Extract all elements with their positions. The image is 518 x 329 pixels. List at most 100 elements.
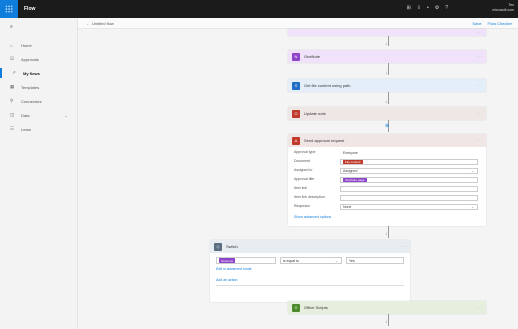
sidebar-item-label: Data — [21, 112, 30, 118]
approval-type-input[interactable]: Everyone — [340, 150, 478, 156]
field-label: Approval type — [294, 150, 316, 154]
grid-icon[interactable]: ⊞ — [407, 5, 411, 11]
approval-type-field: Approval type Everyone — [288, 150, 486, 157]
connector-line — [388, 92, 389, 104]
sidebar-item-templates[interactable]: ▦ Templates — [0, 82, 78, 92]
item-link-description-field: Item link description — [288, 195, 486, 202]
action-card[interactable]: · · · — [288, 29, 486, 36]
item-link-description-input[interactable] — [340, 195, 478, 201]
condition-left-operand[interactable]: Outcome — [216, 257, 276, 264]
arrow-down-icon: ↓ — [385, 231, 388, 237]
sidebar-item-home[interactable]: ⌂ Home — [0, 40, 78, 50]
requestor-select[interactable]: None ⌄ — [340, 204, 478, 210]
add-action-link[interactable]: Add an action — [216, 278, 237, 282]
add-step-icon[interactable]: ⊕ — [385, 124, 389, 129]
field-label: Assigned to — [294, 168, 313, 172]
sidebar-item-label: Home — [21, 42, 32, 48]
notifications-icon[interactable]: • — [427, 5, 429, 11]
action-card-office-scripts[interactable]: X Office Scripts · · · — [288, 301, 486, 314]
more-options-icon[interactable]: · · · — [476, 83, 482, 88]
sidebar-item-label: Connectors — [21, 98, 42, 104]
select-value: Assigned — [343, 169, 358, 173]
user-account[interactable]: Tes microsoft.com — [492, 3, 514, 13]
card-title: Switch — [226, 244, 238, 249]
app-launcher-icon[interactable] — [0, 0, 18, 18]
connector-line — [388, 36, 389, 46]
more-options-icon[interactable]: · · · — [476, 111, 482, 116]
field-label: Document — [294, 159, 310, 163]
sidebar-item-approvals[interactable]: ☑ Approvals — [0, 54, 78, 64]
connectors-icon: ⚲ — [10, 98, 14, 103]
select-value: None — [343, 205, 352, 209]
approval-title-input[interactable]: OneNote page — [340, 177, 478, 183]
chevron-down-icon: ⌄ — [64, 112, 68, 118]
sidebar-item-label: My flows — [23, 70, 40, 76]
settings-icon[interactable]: ⚙ — [435, 5, 439, 11]
sidebar-item-connectors[interactable]: ⚲ Connectors — [0, 96, 78, 106]
header-actions: Save Flow Checker — [472, 21, 512, 26]
dynamic-content-token[interactable]: Outcome — [219, 258, 236, 263]
sidebar-item-learn[interactable]: ☷ Learn — [0, 124, 78, 134]
hamburger-menu-icon[interactable]: ≡ — [10, 24, 13, 30]
input-value: Yes — [349, 258, 355, 263]
show-advanced-options-link[interactable]: Show advanced options — [294, 215, 331, 219]
chevron-down-icon: ⌄ — [471, 205, 474, 209]
action-card-update[interactable]: O Update note · · · — [288, 107, 486, 120]
edit-advanced-mode-link[interactable]: Edit in advanced mode — [216, 267, 252, 271]
more-options-icon[interactable]: · · · — [476, 30, 482, 35]
download-icon[interactable]: ⇩ — [417, 5, 421, 11]
card-title: Send approval request — [304, 138, 345, 143]
data-icon: ◫ — [10, 112, 15, 117]
card-title: Update note — [304, 111, 326, 116]
field-label: Item link description — [294, 195, 325, 199]
flow-name[interactable]: Untitled flow — [92, 21, 114, 26]
more-options-icon[interactable]: · · · — [476, 305, 482, 310]
more-options-icon[interactable]: · · · — [476, 54, 482, 59]
flow-header-bar: ← Untitled flow Save Flow Checker — [78, 18, 518, 29]
divider — [216, 285, 404, 286]
condition-icon: ◇ — [214, 242, 222, 251]
more-options-icon[interactable]: · · · — [476, 138, 482, 143]
action-card-send-approval[interactable]: A Send approval request · · · Approval t… — [288, 134, 486, 226]
condition-operator-select[interactable]: is equal to ⌄ — [280, 257, 342, 264]
save-button[interactable]: Save — [472, 21, 481, 26]
sidebar-item-label: Learn — [21, 126, 32, 132]
condition-card[interactable]: ◇ Switch · · · Outcome is equal to ⌄ Yes… — [210, 240, 410, 302]
arrow-down-icon: ↓ — [385, 41, 388, 47]
flow-checker-button[interactable]: Flow Checker — [488, 21, 512, 26]
approval-title-field: Approval title OneNote page — [288, 177, 486, 184]
templates-icon: ▦ — [10, 84, 15, 89]
action-card-get-file[interactable]: S Get file content using path · · · — [288, 79, 486, 92]
field-label: Requestor — [294, 204, 311, 208]
more-options-icon[interactable]: · · · — [400, 244, 406, 249]
document-input[interactable]: File content — [340, 159, 478, 165]
back-arrow-icon[interactable]: ← — [86, 21, 90, 26]
arrow-down-icon: ↓ — [385, 70, 388, 76]
app-name[interactable]: Flow — [24, 6, 35, 12]
chevron-down-icon: ⌄ — [335, 258, 338, 263]
item-link-field: Item link — [288, 186, 486, 193]
sidebar: ≡ ⌂ Home ☑ Approvals ↗ My flows ▦ Templa… — [0, 18, 78, 329]
flows-icon: ↗ — [12, 70, 16, 75]
help-icon[interactable]: ? — [445, 5, 448, 11]
arrow-down-icon: ↓ — [385, 319, 388, 325]
top-icons: ⊞ ⇩ • ⚙ ? — [407, 5, 448, 11]
assigned-to-field: Assigned to Assigned ⌄ — [288, 168, 486, 175]
excel-icon: X — [292, 303, 300, 312]
connector-line — [388, 226, 389, 238]
condition-right-operand[interactable]: Yes — [346, 257, 404, 264]
sharepoint-icon: S — [292, 81, 300, 90]
learn-icon: ☷ — [10, 126, 15, 131]
dynamic-content-token[interactable]: OneNote page — [343, 177, 367, 183]
sidebar-item-data[interactable]: ◫ Data ⌄ — [0, 110, 78, 120]
assigned-to-select[interactable]: Assigned ⌄ — [340, 168, 478, 174]
sidebar-item-my-flows[interactable]: ↗ My flows — [0, 68, 78, 78]
action-card-onenote[interactable]: N OneNote · · · — [288, 50, 486, 63]
card-title: OneNote — [304, 54, 321, 59]
requestor-field: Requestor None ⌄ — [288, 204, 486, 211]
approvals-icon: ☑ — [10, 56, 15, 61]
arrow-down-icon: ↓ — [385, 99, 388, 105]
item-link-input[interactable] — [340, 186, 478, 192]
field-label: Approval title — [294, 177, 315, 181]
dynamic-content-token[interactable]: File content — [343, 159, 363, 165]
